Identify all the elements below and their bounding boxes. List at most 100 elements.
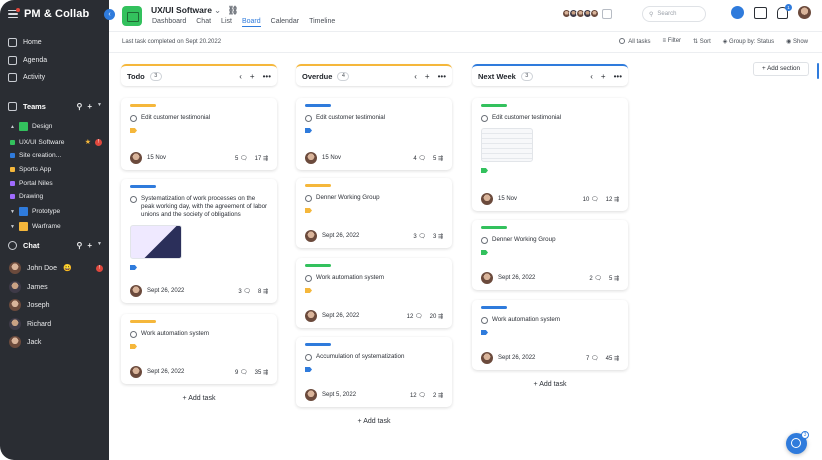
- tab-list[interactable]: List: [221, 18, 232, 27]
- sidebar-item-activity[interactable]: Activity: [8, 73, 104, 82]
- show-button[interactable]: ◉ Show: [786, 38, 808, 45]
- column-header: Overdue 4 ‹ + •••: [296, 64, 452, 86]
- tab-board[interactable]: Board: [241, 18, 261, 27]
- add-section-button[interactable]: + Add section: [753, 62, 809, 76]
- chevron-down-icon[interactable]: ▼: [97, 102, 102, 111]
- plus-icon[interactable]: +: [425, 72, 430, 81]
- task-card[interactable]: Work automation system Sept 26, 2022 12 …: [296, 258, 452, 328]
- sidebar-item-design[interactable]: ▲ Design: [10, 122, 102, 131]
- member-avatars[interactable]: [562, 9, 612, 19]
- tag-icon: [305, 208, 312, 213]
- plus-icon[interactable]: +: [87, 241, 92, 250]
- collapse-sidebar-button[interactable]: ‹: [104, 9, 115, 20]
- chevron-left-icon[interactable]: ‹: [590, 72, 593, 81]
- plus-icon[interactable]: +: [250, 72, 255, 81]
- task-card[interactable]: Work automation system Sept 26, 2022 9 🗨…: [121, 314, 277, 384]
- sidebar-item-drawing[interactable]: Drawing: [10, 193, 102, 200]
- scrollbar[interactable]: [817, 63, 819, 79]
- sidebar-item-site-creation[interactable]: Site creation...: [10, 152, 102, 159]
- search-input[interactable]: ⚲ Search: [642, 6, 706, 22]
- brand: PM & Collab: [8, 8, 89, 20]
- chat-item-richard[interactable]: Richard: [9, 318, 103, 330]
- task-card[interactable]: Edit customer testimonial 15 Nov 5 🗨 17 ⇶: [121, 98, 277, 170]
- checkbox-icon[interactable]: [305, 274, 312, 282]
- chevron-left-icon[interactable]: ‹: [414, 72, 417, 81]
- checkbox-icon[interactable]: [481, 236, 488, 244]
- help-chat-button[interactable]: 3: [786, 431, 809, 454]
- app-icon[interactable]: [731, 6, 744, 19]
- calendar-icon[interactable]: [754, 6, 767, 19]
- checkbox-icon[interactable]: [305, 353, 312, 361]
- tab-calendar[interactable]: Calendar: [271, 18, 299, 27]
- checkbox-icon[interactable]: [305, 194, 312, 202]
- task-card[interactable]: Edit customer testimonial 15 Nov 4 🗨 5 ⇶: [296, 98, 452, 170]
- sidebar-item-portal-niles[interactable]: Portal Niles: [10, 180, 102, 187]
- chat-item-joseph[interactable]: Joseph: [9, 299, 103, 311]
- link-icon[interactable]: ⛓: [227, 5, 238, 15]
- checkbox-icon[interactable]: [130, 114, 137, 122]
- task-card[interactable]: Work automation system Sept 26, 2022 7 🗨…: [472, 300, 628, 370]
- task-card[interactable]: Systematization of work processes on the…: [121, 179, 277, 303]
- plus-icon[interactable]: +: [601, 72, 606, 81]
- filter-button[interactable]: ≡ Filter: [663, 38, 682, 45]
- notification-badge: !: [95, 138, 102, 146]
- add-task-button[interactable]: + Add task: [296, 418, 452, 425]
- task-title: Accumulation of systematization: [316, 353, 405, 360]
- add-task-button[interactable]: + Add task: [472, 381, 628, 388]
- task-card[interactable]: Accumulation of systematization Sept 5, …: [296, 337, 452, 407]
- sidebar-item-uxui-software[interactable]: UX/UI Software ★ !: [10, 138, 102, 146]
- search-icon[interactable]: ⚲: [77, 102, 83, 111]
- checkbox-icon[interactable]: [130, 330, 137, 338]
- group-by-button[interactable]: ◈ Group by: Status: [723, 38, 774, 45]
- tab-dashboard[interactable]: Dashboard: [152, 18, 186, 27]
- star-icon[interactable]: ★: [85, 138, 91, 146]
- more-icon[interactable]: •••: [438, 72, 446, 81]
- more-icon[interactable]: •••: [614, 72, 622, 81]
- chevron-left-icon[interactable]: ‹: [239, 72, 242, 81]
- chat-item-jack[interactable]: Jack: [9, 336, 103, 348]
- chevron-down-icon[interactable]: ▼: [97, 241, 102, 250]
- tab-chat[interactable]: Chat: [196, 18, 211, 27]
- project-title[interactable]: UX/UI Software ⌄ ⛓: [151, 5, 238, 16]
- subtask-count: 45 ⇶: [605, 355, 619, 362]
- tab-timeline[interactable]: Timeline: [309, 18, 335, 27]
- add-task-button[interactable]: + Add task: [121, 395, 277, 402]
- plus-icon[interactable]: +: [87, 102, 92, 111]
- sidebar-item-label: Activity: [23, 74, 46, 81]
- chevron-up-icon[interactable]: ▲: [10, 124, 15, 130]
- search-icon[interactable]: ⚲: [77, 241, 83, 250]
- subtask-count: 2 ⇶: [432, 392, 443, 399]
- sort-button[interactable]: ⇅ Sort: [693, 38, 711, 45]
- more-icon[interactable]: •••: [263, 72, 271, 81]
- comment-count: 12 🗨: [409, 392, 426, 399]
- chat-item-label: John Doe: [27, 264, 57, 272]
- attachment-thumbnail[interactable]: [130, 225, 182, 259]
- user-avatar[interactable]: [798, 6, 811, 19]
- emoji-icon: 😀: [62, 265, 72, 272]
- checkbox-icon[interactable]: [481, 316, 488, 324]
- subtask-count: 3 ⇶: [432, 233, 443, 240]
- subtask-count: 35 ⇶: [254, 369, 268, 376]
- chevron-down-icon[interactable]: ▼: [10, 224, 15, 230]
- bell-icon[interactable]: 1: [777, 3, 792, 19]
- chat-item-john-doe[interactable]: John Doe 😀 !: [9, 262, 103, 274]
- task-card[interactable]: Denner Working Group Sept 26, 2022 3 🗨 3 …: [296, 178, 452, 248]
- sidebar-item-warframe[interactable]: ▼ Warframe: [10, 222, 102, 231]
- sidebar-item-home[interactable]: Home: [8, 38, 104, 47]
- chat-item-james[interactable]: James: [9, 281, 103, 293]
- sidebar-item-sports-app[interactable]: Sports App: [10, 166, 102, 173]
- sidebar-item-prototype[interactable]: ▼ Prototype: [10, 207, 102, 216]
- checkbox-icon[interactable]: [130, 195, 137, 203]
- chevron-down-icon[interactable]: ⌄: [214, 5, 221, 15]
- due-date: Sept 26, 2022: [498, 275, 536, 281]
- checkbox-icon[interactable]: [305, 114, 312, 122]
- chevron-down-icon[interactable]: ▼: [10, 209, 15, 215]
- menu-icon[interactable]: [8, 8, 20, 18]
- sidebar-item-agenda[interactable]: Agenda: [8, 56, 104, 65]
- add-user-icon[interactable]: [602, 9, 612, 19]
- task-card[interactable]: Edit customer testimonial 15 Nov 10 🗨 12 …: [472, 98, 628, 211]
- all-tasks-button[interactable]: All tasks: [619, 38, 651, 45]
- checkbox-icon[interactable]: [481, 114, 488, 122]
- attachment-thumbnail[interactable]: [481, 128, 533, 162]
- task-card[interactable]: Denner Working Group Sept 26, 2022 2 🗨 5 …: [472, 220, 628, 290]
